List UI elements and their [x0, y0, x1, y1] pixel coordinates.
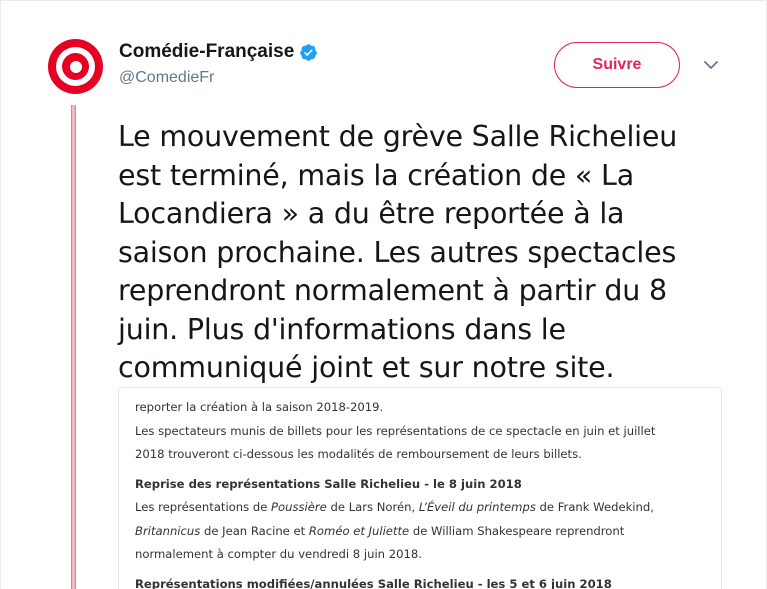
document-title-ref: Poussière [271, 500, 327, 514]
document-line: Britannicus de Jean Racine et Roméo et J… [135, 520, 715, 544]
tweet-text-line: Le mouvement de grève Salle Richelieu [118, 120, 678, 153]
document-text: de William Shakespeare reprendront [409, 523, 625, 538]
tweet-card: Comédie-Française @ComedieFr Suivre Le m… [0, 0, 767, 589]
author-handle[interactable]: @ComedieFr [119, 69, 214, 87]
chevron-down-icon[interactable] [701, 57, 721, 73]
author-name-row[interactable]: Comédie-Française [119, 41, 318, 63]
avatar-center [69, 60, 82, 73]
document-content: reporter la création à la saison 2018-20… [135, 388, 715, 589]
document-line: 2018 trouveront ci-dessous les modalités… [135, 447, 582, 461]
tweet-text-line: reprendront normalement à partir du 8 [118, 274, 667, 307]
attached-document-image[interactable]: reporter la création à la saison 2018-20… [118, 387, 722, 589]
document-text: de Lars Norén, [326, 500, 419, 514]
cropped-line [135, 388, 715, 396]
tweet-text: Le mouvement de grève Salle Richelieu es… [118, 118, 738, 388]
document-line: reporter la création à la saison 2018-20… [135, 400, 384, 414]
document-line: Les spectateurs munis de billets pour le… [135, 423, 656, 438]
avatar-ring-inner [62, 53, 89, 80]
verified-badge-icon [300, 43, 318, 61]
document-text: de Jean Racine et [200, 523, 309, 538]
display-name[interactable]: Comédie-Française [119, 41, 294, 63]
document-line: normalement à compter du vendredi 8 juin… [135, 547, 422, 561]
document-text: de Frank Wedekind, [535, 500, 654, 514]
tweet-text-line: est terminé, mais la création de « La [118, 158, 634, 192]
thread-line [71, 105, 76, 589]
avatar[interactable] [48, 39, 103, 94]
tweet-text-line: communiqué joint et sur notre site. [118, 351, 615, 384]
tweet-text-line: juin. Plus d'informations dans le [118, 312, 566, 346]
document-title-ref: Britannicus [135, 523, 201, 538]
document-title-ref: L’Éveil du printemps [418, 500, 536, 514]
document-title-ref: Roméo et Juliette [308, 523, 410, 538]
document-line: Les représentations de Poussière de Lars… [135, 496, 715, 520]
document-heading: Reprise des représentations Salle Richel… [135, 476, 522, 491]
document-heading: Représentations modifiées/annulées Salle… [135, 576, 612, 589]
avatar-ring [56, 47, 95, 86]
follow-button[interactable]: Suivre [554, 42, 680, 88]
tweet-text-line: Locandiera » a du être reportée à la [118, 197, 625, 230]
document-text: Les représentations de [135, 500, 272, 514]
tweet-text-line: saison prochaine. Les autres spectacles [118, 235, 677, 269]
